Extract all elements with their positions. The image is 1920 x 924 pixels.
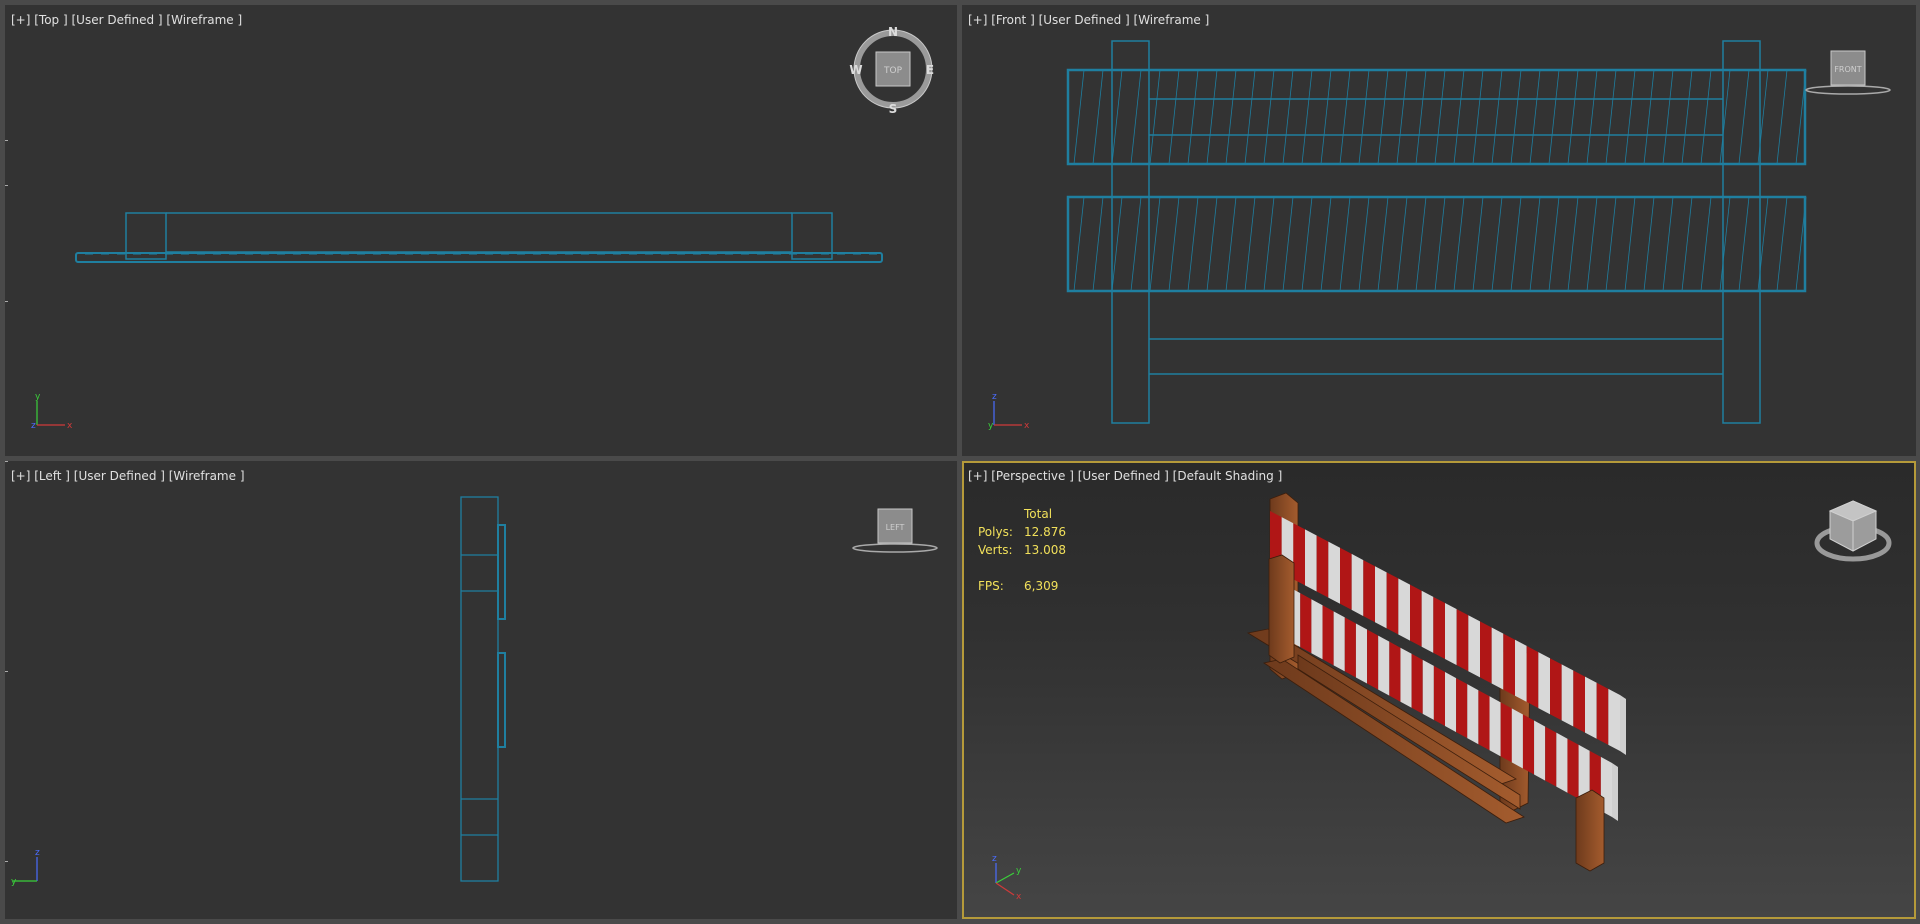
left-wireframe: LEFT z y [11,496,938,887]
compass-e: E [926,63,934,77]
viewcube-perspective[interactable] [1814,500,1892,562]
perspective-barrier: z y x [992,492,1892,902]
viewcube-front[interactable]: FRONT [1805,50,1891,95]
compass-n: N [888,25,898,39]
svg-text:y: y [11,877,17,887]
viewport-top[interactable]: [+] [Top ] [User Defined ] [Wireframe ] … [5,5,957,456]
svg-text:z: z [992,854,997,864]
viewcube-compass[interactable]: TOP N S E W [849,25,934,116]
svg-text:x: x [1016,892,1022,902]
ruler-tick [5,461,8,462]
front-post-left [1111,40,1150,424]
ruler-tick [5,861,8,862]
front-post-right [1722,40,1761,424]
viewcube-top-label: TOP [883,66,903,76]
viewcube-front-label: FRONT [1834,65,1861,74]
ruler-tick [5,671,8,672]
viewcube-left[interactable]: LEFT [852,508,938,553]
svg-text:z: z [35,848,40,858]
svg-text:z: z [992,392,997,402]
ruler-tick [5,301,8,302]
svg-text:x: x [1024,421,1030,431]
top-wireframe: TOP N S E W y z x [31,25,934,431]
svg-text:z: z [31,421,36,431]
viewport-left[interactable]: [+] [Left ] [User Defined ] [Wireframe ]… [5,461,957,919]
compass-w: W [849,63,862,77]
svg-text:y: y [988,421,994,431]
left-plank-upper [497,524,506,620]
axis-tripod-front: z y x [988,392,1030,431]
axis-tripod-perspective: z y x [992,854,1022,902]
viewport-perspective[interactable]: [+] [Perspective ] [User Defined ] [Defa… [962,461,1916,919]
svg-text:x: x [67,421,73,431]
viewcube-left-label: LEFT [886,523,905,532]
ruler-tick [5,185,8,186]
compass-s: S [889,102,898,116]
front-wireframe: FRONT z y x [988,40,1891,431]
svg-text:y: y [1016,866,1022,876]
viewport-front[interactable]: [+] [Front ] [User Defined ] [Wireframe … [962,5,1916,456]
axis-tripod-left: z y [11,848,40,887]
ruler-tick [5,140,8,141]
svg-text:y: y [35,392,41,402]
left-plank-lower [497,652,506,748]
axis-tripod-top: y z x [31,392,73,431]
